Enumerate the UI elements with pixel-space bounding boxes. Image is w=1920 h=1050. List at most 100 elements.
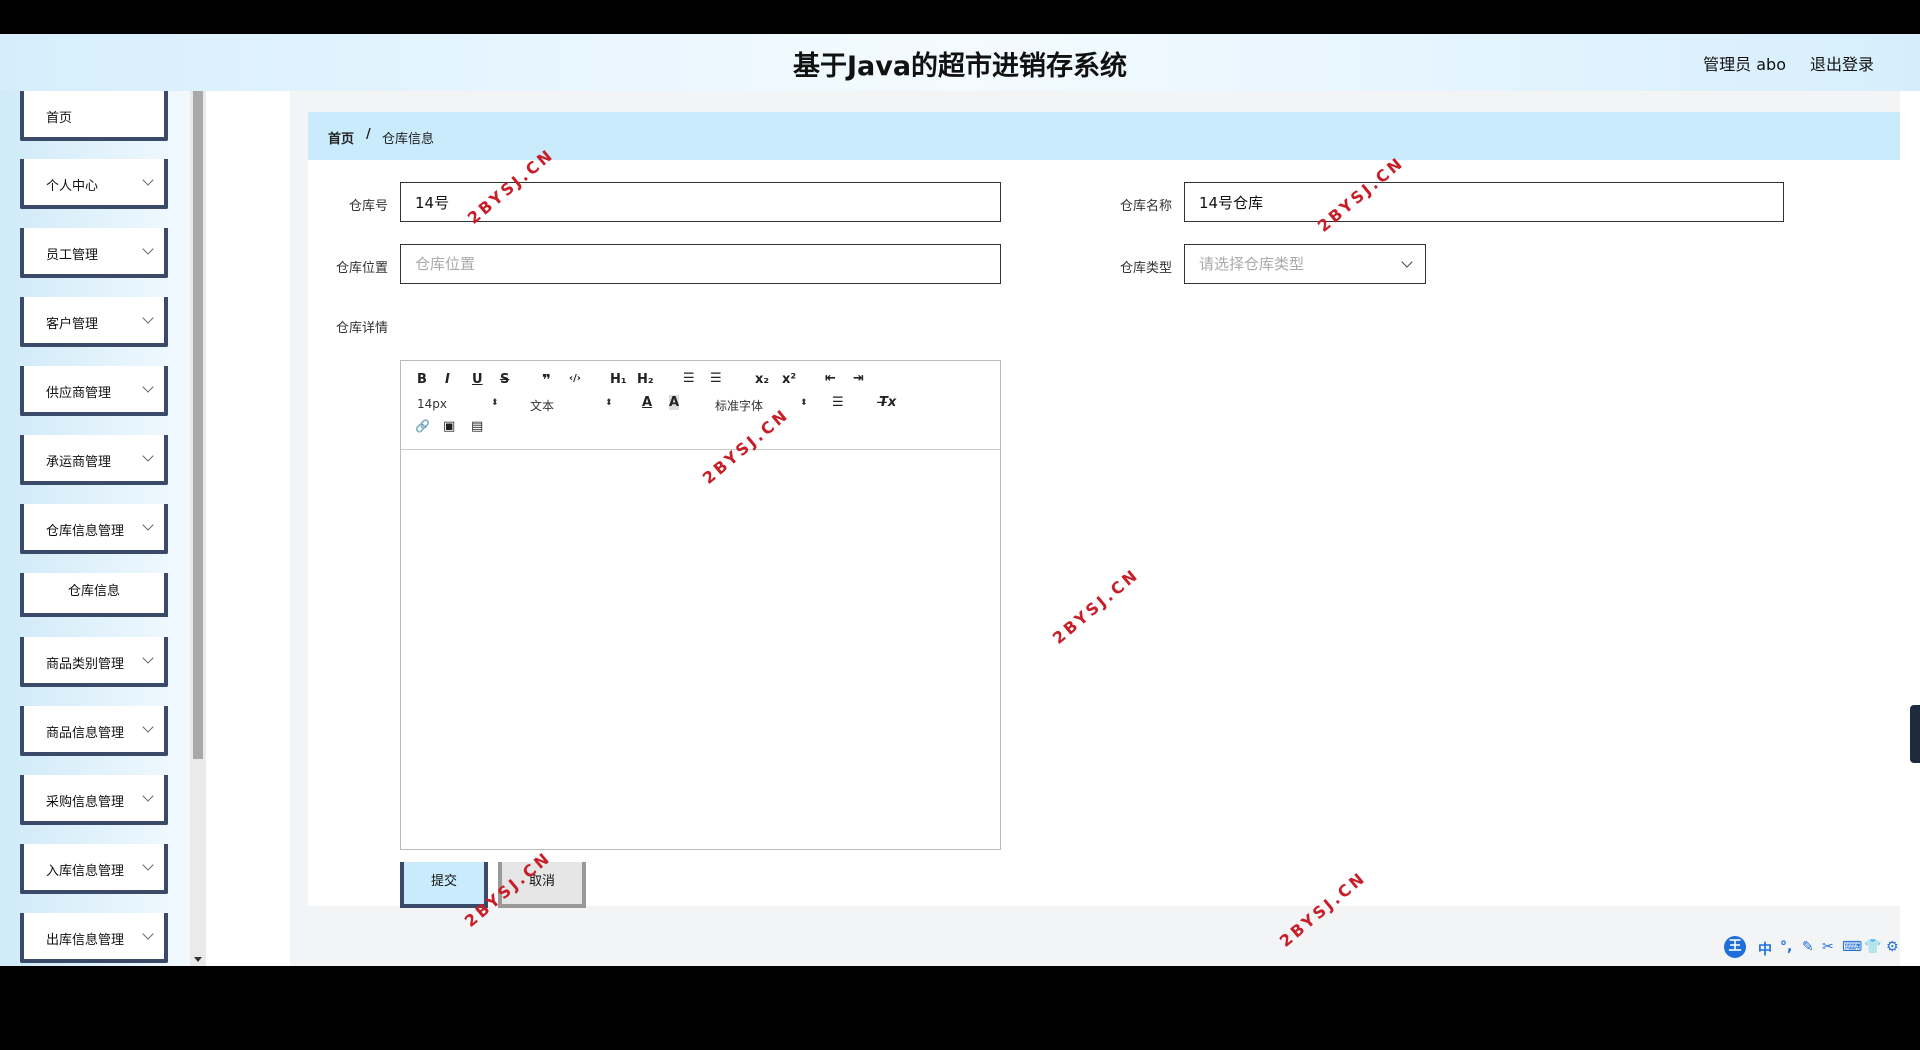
sidebar-item-label: 商品信息管理 [46,726,125,741]
chevron-down-icon [142,652,154,664]
bullet-list-icon[interactable]: ☰ [710,371,722,386]
strikethrough-icon[interactable]: S [500,372,509,387]
ime-scissors-icon[interactable]: ✂ [1822,939,1834,955]
chevron-down-icon [142,859,154,871]
sidebar-item-label: 入库信息管理 [46,864,125,879]
outdent-icon[interactable]: ⇤ [825,371,836,386]
breadcrumb-home[interactable]: 首页 [328,128,354,147]
header-select-value: 文本 [530,399,555,413]
sidebar-item-customers[interactable]: 客户管理 [20,297,168,347]
sidebar-item-label: 客户管理 [46,317,99,332]
font-family-select[interactable]: 标准字体 ⬍ [715,397,810,414]
underline-icon[interactable]: U [472,372,483,387]
ime-mode-icon[interactable]: 中 [1758,939,1772,959]
sidebar-item-employees[interactable]: 员工管理 [20,228,168,278]
chevron-down-icon [142,721,154,733]
align-icon[interactable]: ☰ [832,395,844,410]
sidebar-item-label: 供应商管理 [46,386,112,401]
editor-content-area[interactable] [401,450,1000,849]
sidebar-item-outbound[interactable]: 出库信息管理 [20,913,168,963]
sidebar-item-label: 仓库信息管理 [46,524,125,539]
sidebar-item-home[interactable]: 首页 [20,91,168,141]
sidebar-item-suppliers[interactable]: 供应商管理 [20,366,168,416]
superscript-icon[interactable]: x² [782,372,796,387]
sidebar-item-warehouse[interactable]: 仓库信息管理 [20,504,168,554]
sidebar-item-purchases[interactable]: 采购信息管理 [20,775,168,825]
ime-logo-icon[interactable]: 王 [1724,936,1746,958]
link-icon[interactable]: 🔗 [415,419,430,433]
sidebar-scrollbar[interactable] [190,91,206,966]
chevron-down-icon [142,312,154,324]
breadcrumb-separator: / [366,127,371,142]
sidebar-item-products[interactable]: 商品信息管理 [20,706,168,756]
indent-icon[interactable]: ⇥ [853,371,864,386]
warehouse-detail-label: 仓库详情 [335,321,388,336]
font-size-select[interactable]: 14px ⬍ [417,397,502,411]
ime-pen-icon[interactable]: ✎ [1802,939,1814,955]
chevron-down-icon [142,243,154,255]
clear-format-icon[interactable]: T̶x [879,395,896,410]
sidebar-item-label: 首页 [46,111,73,126]
warehouse-type-select[interactable]: 请选择仓库类型 [1184,244,1426,284]
image-icon[interactable]: ▣ [443,419,455,434]
font-family-value: 标准字体 [715,399,764,413]
ime-keyboard-icon[interactable]: ⌨ [1842,939,1862,955]
chevron-down-icon [142,174,154,186]
background-color-icon[interactable]: A [669,395,680,410]
sidebar-item-categories[interactable]: 商品类别管理 [20,637,168,687]
updown-icon: ⬍ [800,398,808,408]
scroll-down-icon[interactable] [194,957,202,962]
warehouse-type-placeholder: 请选择仓库类型 [1199,255,1305,273]
bold-icon[interactable]: B [417,372,427,387]
warehouse-type-label: 仓库类型 [1119,261,1172,276]
heading2-icon[interactable]: H₂ [637,372,654,387]
warehouse-location-label: 仓库位置 [335,261,388,276]
breadcrumb-current: 仓库信息 [382,132,435,147]
submit-button[interactable]: 提交 [400,862,488,908]
font-color-icon[interactable]: A [642,395,652,410]
ime-skin-icon[interactable]: 👕 [1864,939,1881,955]
chevron-down-icon [142,928,154,940]
sidebar-item-label: 个人中心 [46,179,99,194]
editor-toolbar: B I U S ❞ ‹/› H₁ H₂ ☰ ☰ x₂ x² ⇤ ⇥ 14px ⬍… [401,361,1000,450]
app-window: 基于Java的超市进销存系统 管理员 abo 退出登录 首页 个人中心 员工管理… [0,34,1920,966]
sidebar-subitem-warehouse-info[interactable]: 仓库信息 [20,573,168,617]
warehouse-name-label: 仓库名称 [1119,199,1172,214]
ime-punct-icon[interactable]: °, [1780,939,1792,955]
code-block-icon[interactable]: ‹/› [569,373,581,384]
blockquote-icon[interactable]: ❞ [542,371,551,389]
ime-settings-icon[interactable]: ⚙ [1886,939,1899,955]
sidebar: 首页 个人中心 员工管理 客户管理 供应商管理 承运商管理 仓库信息管理 仓库信… [0,91,206,966]
header-select[interactable]: 文本 ⬍ [530,397,615,414]
chevron-down-icon [142,450,154,462]
header: 基于Java的超市进销存系统 管理员 abo 退出登录 [0,34,1920,91]
sidebar-item-inbound[interactable]: 入库信息管理 [20,844,168,894]
side-drawer-handle[interactable] [1910,705,1920,763]
current-user: 管理员 abo [1703,55,1786,74]
chevron-down-icon [142,381,154,393]
sidebar-item-label: 采购信息管理 [46,795,125,810]
sidebar-item-label: 员工管理 [46,248,99,263]
italic-icon[interactable]: I [445,372,450,387]
warehouse-name-input[interactable] [1184,182,1784,222]
font-size-value: 14px [417,397,447,411]
chevron-down-icon [142,790,154,802]
rich-text-editor: B I U S ❞ ‹/› H₁ H₂ ☰ ☰ x₂ x² ⇤ ⇥ 14px ⬍… [400,360,1001,850]
warehouse-location-input[interactable] [400,244,1001,284]
sidebar-item-label: 出库信息管理 [46,933,125,948]
heading1-icon[interactable]: H₁ [610,372,627,387]
logout-link[interactable]: 退出登录 [1810,51,1874,75]
sidebar-item-carriers[interactable]: 承运商管理 [20,435,168,485]
subscript-icon[interactable]: x₂ [755,372,769,387]
sidebar-item-profile[interactable]: 个人中心 [20,159,168,209]
ordered-list-icon[interactable]: ☰ [683,371,695,386]
updown-icon: ⬍ [605,398,613,408]
chevron-down-icon [142,519,154,531]
sidebar-item-label: 商品类别管理 [46,657,125,672]
chevron-down-icon [1401,256,1413,268]
sidebar-item-label: 承运商管理 [46,455,112,470]
video-icon[interactable]: ▤ [471,419,483,434]
scrollbar-thumb[interactable] [193,91,203,759]
app-title: 基于Java的超市进销存系统 [792,51,1128,82]
warehouse-no-label: 仓库号 [348,199,388,214]
